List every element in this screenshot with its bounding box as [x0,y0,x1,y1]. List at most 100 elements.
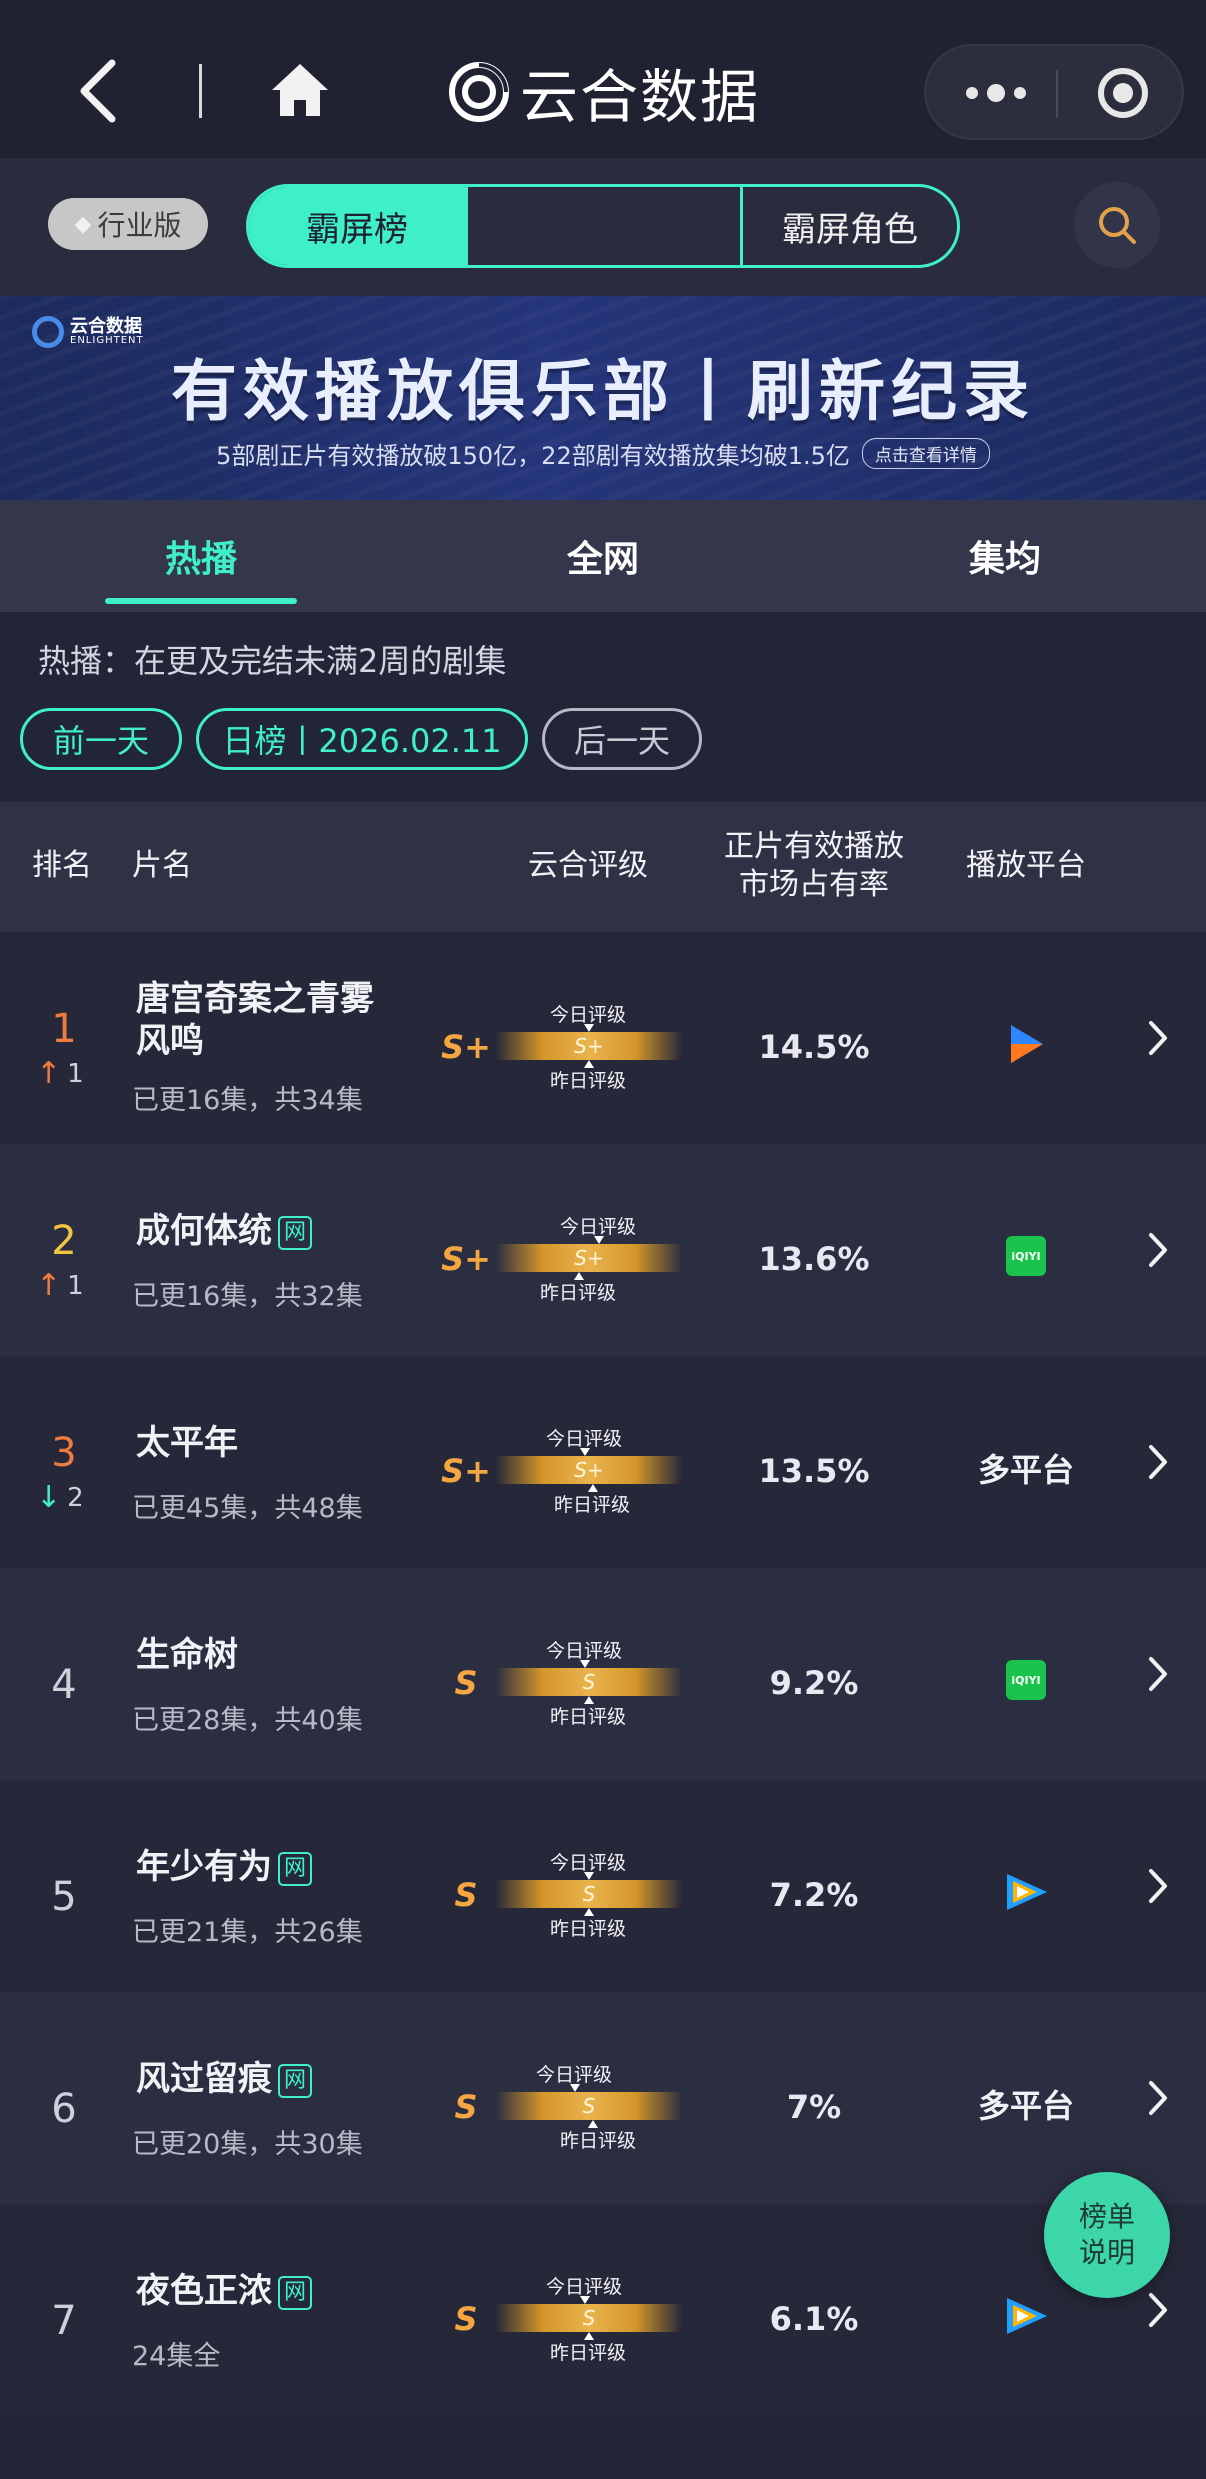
category-tabs: 热播 全网 集均 [0,500,1206,612]
selector-row: ◆ 行业版 霸屏榜 霸屏角色 [0,158,1206,296]
ranking-explanation-button[interactable]: 榜单 说明 [1044,2172,1170,2298]
rating-gauge: 今日评级 S 昨日评级 [496,2060,682,2152]
table-row[interactable]: 3 ↓ 2 太平年 已更45集，共48集 S+ 今日评级 S+ 昨日评级 13.… [0,1356,1206,1568]
rating-bar-label: S [582,1882,596,1906]
diamond-icon: ◆ [74,211,92,237]
search-button[interactable] [1074,182,1160,268]
chevron-right-icon[interactable] [1146,1866,1170,1906]
rating-grade: S+ [441,1452,491,1490]
rank-number: 4 [51,1662,77,1708]
close-target-icon[interactable] [1098,68,1148,118]
today-marker-icon [580,1660,590,1668]
tab-dominance-ranking[interactable]: 霸屏榜 [249,187,465,265]
table-row[interactable]: 2 ↑ 1 成何体统网 已更16集，共32集 S+ 今日评级 S+ 昨日评级 1… [0,1144,1206,1356]
platform-cell: iQIYI [942,1230,1110,1282]
float-button-line1: 榜单 [1078,2200,1135,2233]
industry-badge-label: 行业版 [97,209,182,242]
chevron-right-icon[interactable] [1146,1230,1170,1270]
platform-cell: 多平台 [942,1442,1110,1494]
episode-status: 已更28集，共40集 [132,1705,363,1736]
current-date-button[interactable]: 日榜丨2026.02.11 [196,708,528,770]
show-title: 年少有为网 [136,1846,396,1888]
episode-status: 已更45集，共48集 [132,1493,363,1524]
tab-middle[interactable] [465,187,743,265]
arrow-up-icon: ↑ [36,1268,62,1303]
rating-gauge: 今日评级 S 昨日评级 [496,1636,682,1728]
header-rating: 云合评级 [528,848,648,883]
tab-all-network[interactable]: 全网 [402,500,804,612]
episode-status: 已更16集，共32集 [132,1281,363,1312]
table-row[interactable]: 6 风过留痕网 已更20集，共30集 S 今日评级 S 昨日评级 7% 多平台 [0,1992,1206,2204]
mini-program-capsule [924,44,1184,140]
tab-per-episode[interactable]: 集均 [804,500,1206,612]
chevron-right-icon[interactable] [1146,2078,1170,2118]
back-button[interactable] [70,55,130,127]
today-rating-label: 今日评级 [546,1640,623,1662]
rating-gauge: 今日评级 S+ 昨日评级 [496,1000,682,1092]
rating-bar-label: S [582,1670,596,1694]
table-row[interactable]: 5 年少有为网 已更21集，共26集 S 今日评级 S 昨日评级 7.2% [0,1780,1206,1992]
market-share: 13.6% [758,1240,870,1278]
rating-grade: S+ [441,1028,491,1066]
rank-number: 6 [51,2086,77,2132]
rank-number: 7 [51,2298,77,2344]
tencent-video-icon [1007,1874,1047,1910]
table-row[interactable]: 7 夜色正浓网 24集全 S 今日评级 S 昨日评级 6.1% [0,2204,1206,2416]
show-title: 唐宫奇案之青雾风鸣 [136,978,396,1062]
more-menu-icon[interactable] [966,78,1026,108]
rating-gauge: 今日评级 S 昨日评级 [496,1848,682,1940]
float-button-line2: 说明 [1078,2236,1135,2269]
tab-hot[interactable]: 热播 [0,500,402,612]
episode-status: 已更21集，共26集 [132,1917,363,1948]
yesterday-rating-label: 昨日评级 [550,1070,627,1092]
today-rating-label: 今日评级 [536,2064,613,2086]
tab-dominance-characters[interactable]: 霸屏角色 [743,187,957,265]
rank-change: ↑ 1 [36,1056,116,1091]
show-title-text: 风过留痕 [136,2059,272,2099]
industry-edition-badge[interactable]: ◆ 行业版 [48,198,208,250]
market-share: 7% [786,2088,842,2126]
rank-change: ↓ 2 [36,1480,116,1515]
today-marker-icon [594,1236,604,1244]
table-row[interactable]: 1 ↑ 1 唐宫奇案之青雾风鸣 已更16集，共34集 S+ 今日评级 S+ 昨日… [0,932,1206,1144]
rank-number: 2 [51,1218,77,1264]
rating-bar-label: S [582,2094,596,2118]
market-share: 6.1% [769,2300,859,2338]
web-drama-badge: 网 [278,1851,312,1886]
header-share-line2: 市场占有率 [739,867,889,902]
banner-detail-link[interactable]: 点击查看详情 [861,438,990,469]
today-rating-label: 今日评级 [546,2276,623,2298]
prev-day-button[interactable]: 前一天 [20,708,182,770]
chevron-right-icon[interactable] [1146,1654,1170,1694]
show-title-text: 太平年 [136,1423,238,1463]
platform-text: 多平台 [977,1451,1074,1489]
show-title: 生命树 [136,1634,396,1676]
rating-grade: S [454,2088,478,2126]
app-name: 云合数据 [520,63,761,131]
platform-text: 多平台 [977,2087,1074,2125]
rating-bar-label: S+ [574,1246,604,1270]
market-share: 7.2% [769,1876,859,1914]
next-day-button[interactable]: 后一天 [542,708,702,770]
capsule-divider [1056,70,1058,118]
header-rank: 排名 [32,848,92,883]
rating-bar-label: S+ [574,1458,604,1482]
market-share: 9.2% [769,1664,859,1702]
show-title: 成何体统网 [136,1210,396,1252]
chevron-right-icon[interactable] [1146,1018,1170,1058]
table-row[interactable]: 4 生命树 已更28集，共40集 S 今日评级 S 昨日评级 9.2% iQIY… [0,1568,1206,1780]
rank-change-value: 1 [67,1058,84,1089]
banner-subtitle-row: 5部剧正片有效播放破150亿，22部剧有效播放集均破1.5亿 点击查看详情 [0,436,1206,471]
rank-change: ↑ 1 [36,1268,116,1303]
episode-status: 已更20集，共30集 [132,2129,363,2160]
today-rating-label: 今日评级 [546,1428,623,1450]
promo-banner[interactable]: 云合数据 ENLIGHTENT 有效播放俱乐部丨刷新纪录 5部剧正片有效播放破1… [0,296,1206,500]
market-share: 14.5% [758,1028,870,1066]
show-title-text: 成何体统 [136,1211,272,1251]
arrow-down-icon: ↓ [36,1480,62,1515]
chevron-right-icon[interactable] [1146,1442,1170,1482]
chevron-right-icon[interactable] [1146,2290,1170,2330]
show-title-text: 夜色正浓 [136,2271,272,2311]
market-share: 13.5% [758,1452,870,1490]
home-button[interactable] [268,60,332,120]
